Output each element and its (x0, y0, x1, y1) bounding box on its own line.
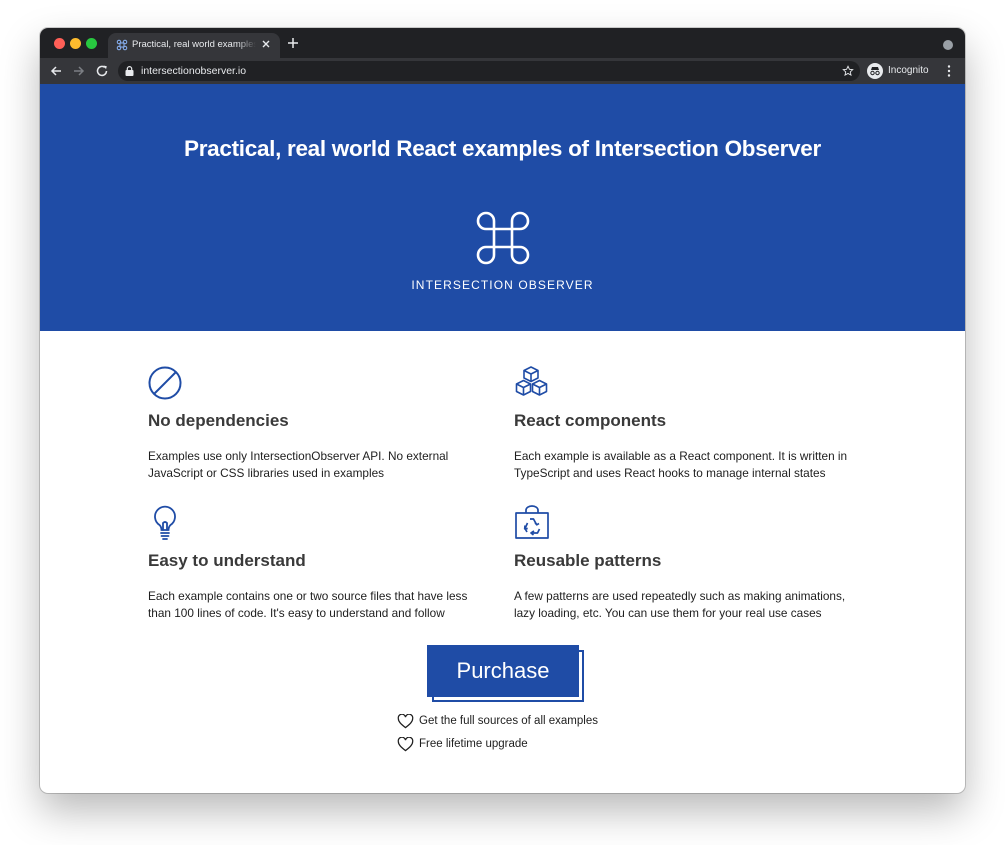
feature-title: React components (514, 411, 667, 430)
page-title: Practical, real world React examples of … (184, 136, 821, 161)
back-icon[interactable] (49, 64, 63, 78)
heart-icon (397, 737, 414, 752)
recycle-bag-icon (515, 505, 549, 539)
heart-icon (397, 714, 414, 729)
feature-title: Reusable patterns (514, 551, 662, 570)
logo-wordmark: INTERSECTION OBSERVER (411, 278, 594, 292)
minimize-window-button[interactable] (70, 38, 81, 49)
new-tab-icon[interactable] (287, 37, 299, 49)
browser-tab[interactable]: Practical, real world examples of Inters… (108, 33, 280, 58)
feature-title: No dependencies (148, 411, 289, 430)
react-components-icon (515, 366, 548, 396)
browser-toolbar: intersectionobserver.io Incognito (40, 58, 965, 84)
lock-icon (125, 66, 134, 76)
reload-icon[interactable] (95, 64, 109, 78)
feature-description: Each example contains one or two source … (148, 589, 468, 620)
purchase-button[interactable]: Purchase (427, 645, 579, 697)
favicon-icon (116, 39, 128, 51)
close-window-button[interactable] (54, 38, 65, 49)
hero-section: Practical, real world React examples of … (40, 84, 965, 331)
maximize-window-button[interactable] (86, 38, 97, 49)
feature-description: A few patterns are used repeatedly such … (514, 589, 846, 620)
url-text: intersectionobserver.io (141, 65, 247, 77)
more-menu-icon[interactable] (947, 65, 951, 77)
no-dependencies-icon (148, 366, 182, 400)
tab-strip: Practical, real world examples of Inters… (40, 28, 965, 58)
incognito-icon[interactable] (867, 63, 883, 79)
browser-window: Practical, real world examples of Inters… (40, 28, 965, 793)
close-tab-icon[interactable] (260, 38, 272, 50)
tab-search-icon[interactable] (943, 40, 953, 50)
perk-text: Get the full sources of all examples (419, 715, 598, 727)
perk-text: Free lifetime upgrade (419, 738, 528, 750)
address-bar[interactable]: intersectionobserver.io (118, 61, 860, 81)
lightbulb-icon (154, 505, 176, 540)
command-key-logo-icon (476, 211, 530, 265)
forward-icon[interactable] (72, 64, 86, 78)
feature-title: Easy to understand (148, 551, 306, 570)
feature-description: Each example is available as a React com… (514, 449, 848, 480)
feature-description: Examples use only IntersectionObserver A… (148, 449, 449, 480)
tab-title: Practical, real world examples of Inters… (132, 39, 256, 50)
bookmark-star-icon[interactable] (842, 65, 854, 77)
incognito-label[interactable]: Incognito (888, 65, 929, 76)
